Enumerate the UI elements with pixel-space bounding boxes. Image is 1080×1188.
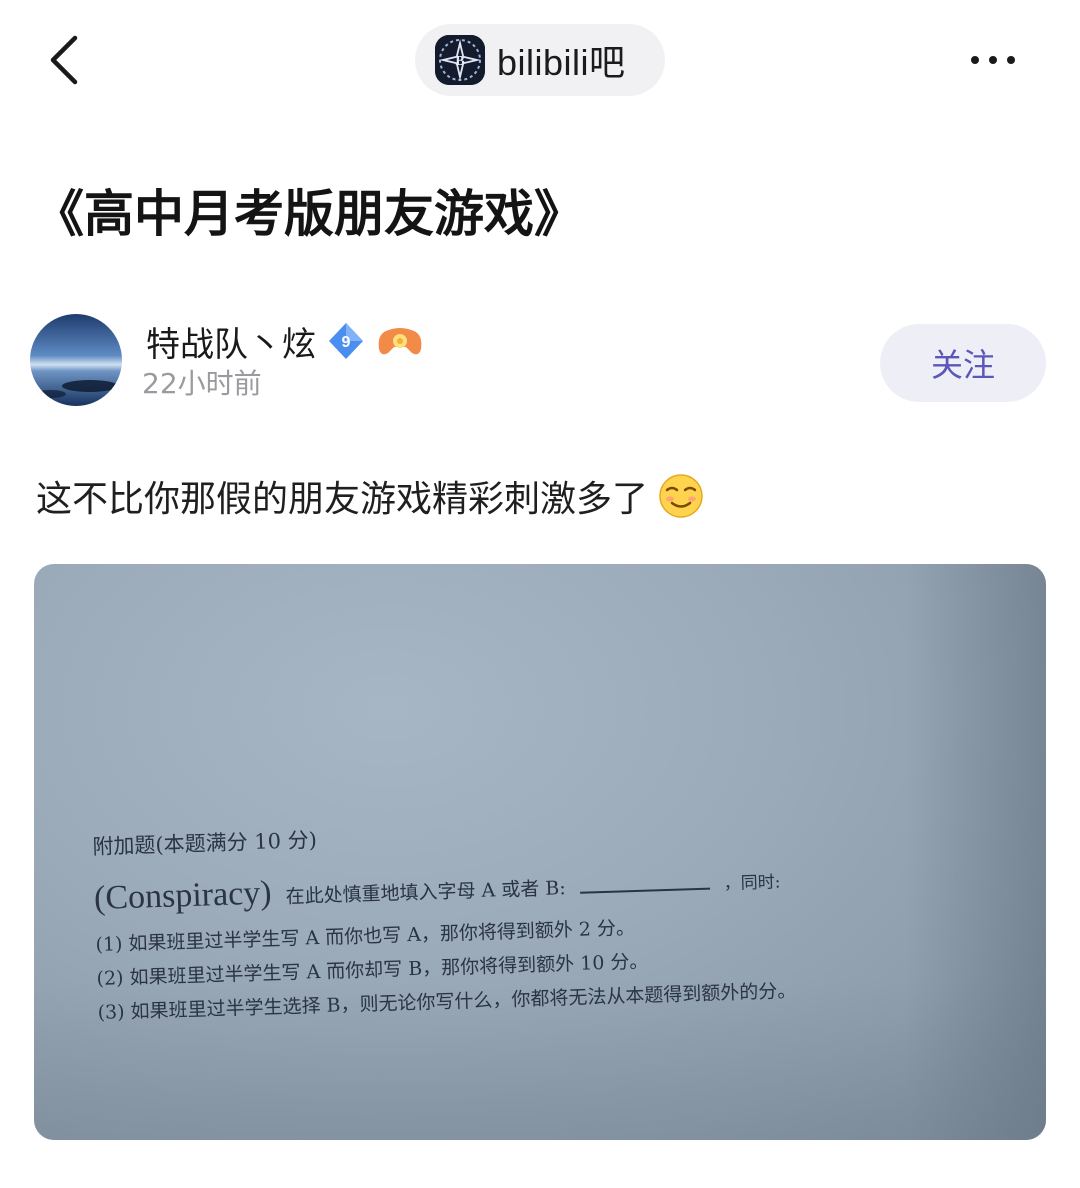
post-time: 22小时前 [142,367,262,400]
post-title: 《高中月考版朋友游戏》 [34,185,584,243]
author-name[interactable]: 特战队丶炫 [146,317,316,366]
avatar[interactable] [30,314,122,406]
more-dots-icon [971,56,979,64]
gamepad-badge-icon [378,328,422,355]
level-badge-icon: 9 [329,323,363,359]
exam-paper-text: 附加题(本题满分 10 分) (Conspiracy) 在此处慎重地填入字母 A… [92,804,998,1030]
follow-button[interactable]: 关注 [880,324,1046,402]
author-line: 特战队丶炫 9 [146,316,424,366]
forum-name: bilibili吧 [497,42,626,83]
svg-text:9: 9 [342,334,351,351]
paper-heading: 附加题(本题满分 10 分) [92,827,318,859]
paper-blank [579,871,710,894]
paper-conspiracy: (Conspiracy) [93,874,273,917]
paper-instruction-tail: ，同时: [723,872,781,895]
post-image[interactable]: 附加题(本题满分 10 分) (Conspiracy) 在此处慎重地填入字母 A… [34,564,1046,1140]
post-page: B bilibili吧 《高中月考版朋友游戏》 特战队丶炫 9 22小时前 关注… [0,0,1080,1188]
more-dot [1007,56,1015,64]
svg-text:B: B [455,54,464,69]
paper-instruction: 在此处慎重地填入字母 A 或者 B: [285,877,567,908]
smirk-face-icon [659,474,703,518]
post-body: 这不比你那假的朋友游戏精彩刺激多了 [36,466,704,526]
chevron-left-icon [50,35,78,85]
forum-pill[interactable]: B bilibili吧 [415,24,665,96]
forum-logo: B [435,35,485,85]
post-text: 这不比你那假的朋友游戏精彩刺激多了 [36,479,649,520]
more-dot [989,56,997,64]
more-button[interactable] [958,38,1028,82]
back-button[interactable] [40,30,88,90]
